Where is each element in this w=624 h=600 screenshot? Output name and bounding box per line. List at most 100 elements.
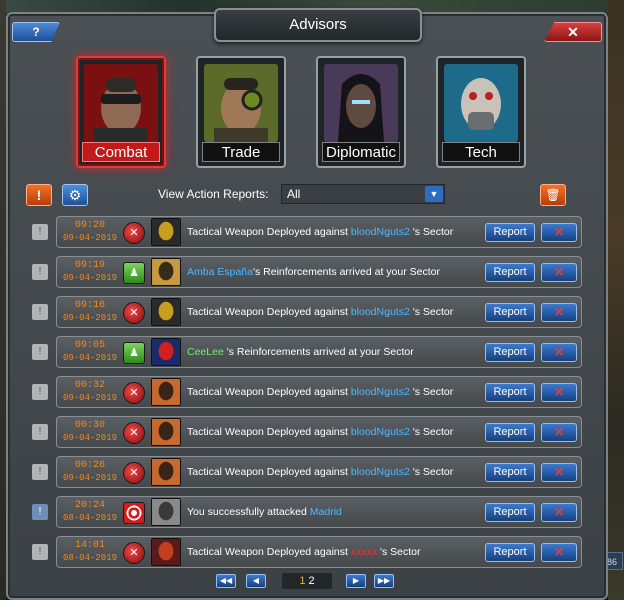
player-name-link[interactable]: CeeLee (187, 346, 224, 358)
row-select-checkbox[interactable]: ! (32, 544, 48, 560)
advisor-tab-combat[interactable]: Combat (76, 56, 166, 168)
view-report-button[interactable]: Report (485, 223, 535, 242)
row-select-checkbox[interactable]: ! (32, 224, 48, 240)
delete-report-button[interactable]: ✕ (541, 223, 577, 242)
current-page[interactable]: 1 (299, 575, 305, 587)
report-timestamp: 20:24 08-04-2019 (61, 500, 119, 524)
chevron-down-icon[interactable]: ▼ (425, 186, 443, 202)
report-message-prefix: Tactical Weapon Deployed against (187, 426, 351, 438)
view-report-button[interactable]: Report (485, 303, 535, 322)
player-name-link[interactable]: bloodNguts2 (351, 226, 410, 238)
prev-page-button[interactable]: ◀ (246, 574, 266, 588)
report-filter-select[interactable]: All ▼ (281, 184, 445, 204)
report-time: 09:05 (74, 340, 105, 351)
delete-all-button[interactable]: 🗑 (540, 184, 566, 206)
report-time: 20:24 (74, 500, 105, 511)
advisor-tab-trade[interactable]: Trade (196, 56, 286, 168)
report-time: 09:20 (74, 220, 105, 231)
advisor-tab-diplomatic[interactable]: Diplomatic (316, 56, 406, 168)
report-message: CeeLee 's Reinforcements arrived at your… (187, 346, 487, 358)
advisor-label-trade: Trade (202, 142, 280, 162)
row-select-checkbox[interactable]: ! (32, 504, 48, 520)
view-report-button[interactable]: Report (485, 263, 535, 282)
report-message-suffix: 's Sector (409, 226, 454, 238)
next-page-button[interactable]: ▶ (346, 574, 366, 588)
advisor-label-tech: Tech (442, 142, 520, 162)
report-message: Tactical Weapon Deployed against bloodNg… (187, 306, 487, 318)
report-message: Tactical Weapon Deployed against bloodNg… (187, 466, 487, 478)
delete-report-button[interactable]: ✕ (541, 383, 577, 402)
last-page-button[interactable]: ▶▶ (374, 574, 394, 588)
player-name-link[interactable]: Amba España (187, 266, 253, 278)
delete-report-button[interactable]: ✕ (541, 303, 577, 322)
row-select-checkbox[interactable]: ! (32, 264, 48, 280)
advisor-tab-tech[interactable]: Tech (436, 56, 526, 168)
game-background-right (608, 0, 624, 600)
row-select-checkbox[interactable]: ! (32, 304, 48, 320)
view-report-button[interactable]: Report (485, 383, 535, 402)
tactical-weapon-icon: ✕ (123, 302, 145, 324)
report-timestamp: 09:20 09-04-2019 (61, 220, 119, 244)
view-report-button[interactable]: Report (485, 463, 535, 482)
close-button[interactable]: ✕ (544, 22, 602, 42)
view-report-button[interactable]: Report (485, 543, 535, 562)
delete-report-button[interactable]: ✕ (541, 543, 577, 562)
report-message-prefix: Tactical Weapon Deployed against (187, 226, 351, 238)
report-message: Tactical Weapon Deployed against bloodNg… (187, 226, 487, 238)
report-date: 09-04-2019 (62, 233, 117, 243)
report-time: 09:16 (74, 300, 105, 311)
reinforcements-icon: ♟ (123, 342, 145, 364)
player-name-link[interactable]: Madrid (310, 506, 342, 518)
row-select-checkbox[interactable]: ! (32, 384, 48, 400)
diplomatic-advisor-portrait (324, 64, 398, 142)
page-2-link[interactable]: 2 (309, 575, 315, 587)
report-message-suffix: 's Sector (409, 426, 454, 438)
report-row-body: 09:16 09-04-2019 ✕ Tactical Weapon Deployed… (56, 296, 582, 328)
reinforcements-icon: ♟ (123, 262, 145, 284)
delete-report-button[interactable]: ✕ (541, 343, 577, 362)
first-page-button[interactable]: ◀◀ (216, 574, 236, 588)
player-name-link[interactable]: bloodNguts2 (351, 426, 410, 438)
alert-filter-button[interactable]: ! (26, 184, 52, 206)
row-select-checkbox[interactable]: ! (32, 344, 48, 360)
player-name-link[interactable]: bloodNguts2 (351, 466, 410, 478)
trash-icon: 🗑 (545, 188, 561, 202)
report-message: Tactical Weapon Deployed against bloodNg… (187, 426, 487, 438)
delete-report-button[interactable]: ✕ (541, 463, 577, 482)
report-date: 09-04-2019 (62, 433, 117, 443)
view-report-button[interactable]: Report (485, 343, 535, 362)
report-row: ! 09:19 09-04-2019 ♟ Amba España's Reinforce… (28, 256, 582, 288)
view-report-button[interactable]: Report (485, 423, 535, 442)
report-date: 08-04-2019 (62, 553, 117, 563)
advisor-tabs: Combat Trade Diplomatic Tech (70, 50, 530, 180)
player-avatar (151, 338, 181, 366)
delete-report-button[interactable]: ✕ (541, 263, 577, 282)
help-button[interactable]: ? (12, 22, 60, 42)
delete-report-button[interactable]: ✕ (541, 423, 577, 442)
row-select-checkbox[interactable]: ! (32, 464, 48, 480)
report-row-body: 09:05 09-04-2019 ♟ CeeLee 's Reinforcements… (56, 336, 582, 368)
pagination: ◀◀ ◀ 1 2 ▶ ▶▶ (216, 573, 398, 592)
player-name-link[interactable]: xxxxx (351, 546, 377, 558)
report-row: ! 09:05 09-04-2019 ♟ CeeLee 's Reinforcement… (28, 336, 582, 368)
tech-advisor-portrait (444, 64, 518, 142)
player-avatar (151, 498, 181, 526)
player-name-link[interactable]: bloodNguts2 (351, 306, 410, 318)
report-date: 09-04-2019 (62, 273, 117, 283)
report-message-prefix: You successfully attacked (187, 506, 310, 518)
view-report-button[interactable]: Report (485, 503, 535, 522)
report-row-body: 09:19 09-04-2019 ♟ Amba España's Reinforcem… (56, 256, 582, 288)
report-time: 09:19 (74, 260, 105, 271)
row-select-checkbox[interactable]: ! (32, 424, 48, 440)
report-message-prefix: Tactical Weapon Deployed against (187, 306, 351, 318)
player-name-link[interactable]: bloodNguts2 (351, 386, 410, 398)
delete-report-button[interactable]: ✕ (541, 503, 577, 522)
settings-button[interactable]: ⚙ (62, 184, 88, 206)
player-avatar (151, 298, 181, 326)
tactical-weapon-icon: ✕ (123, 382, 145, 404)
report-time: 00:26 (74, 460, 105, 471)
report-timestamp: 09:19 09-04-2019 (61, 260, 119, 284)
report-message-prefix: Tactical Weapon Deployed against (187, 546, 351, 558)
tactical-weapon-icon: ✕ (123, 462, 145, 484)
report-time: 14:01 (74, 540, 105, 551)
